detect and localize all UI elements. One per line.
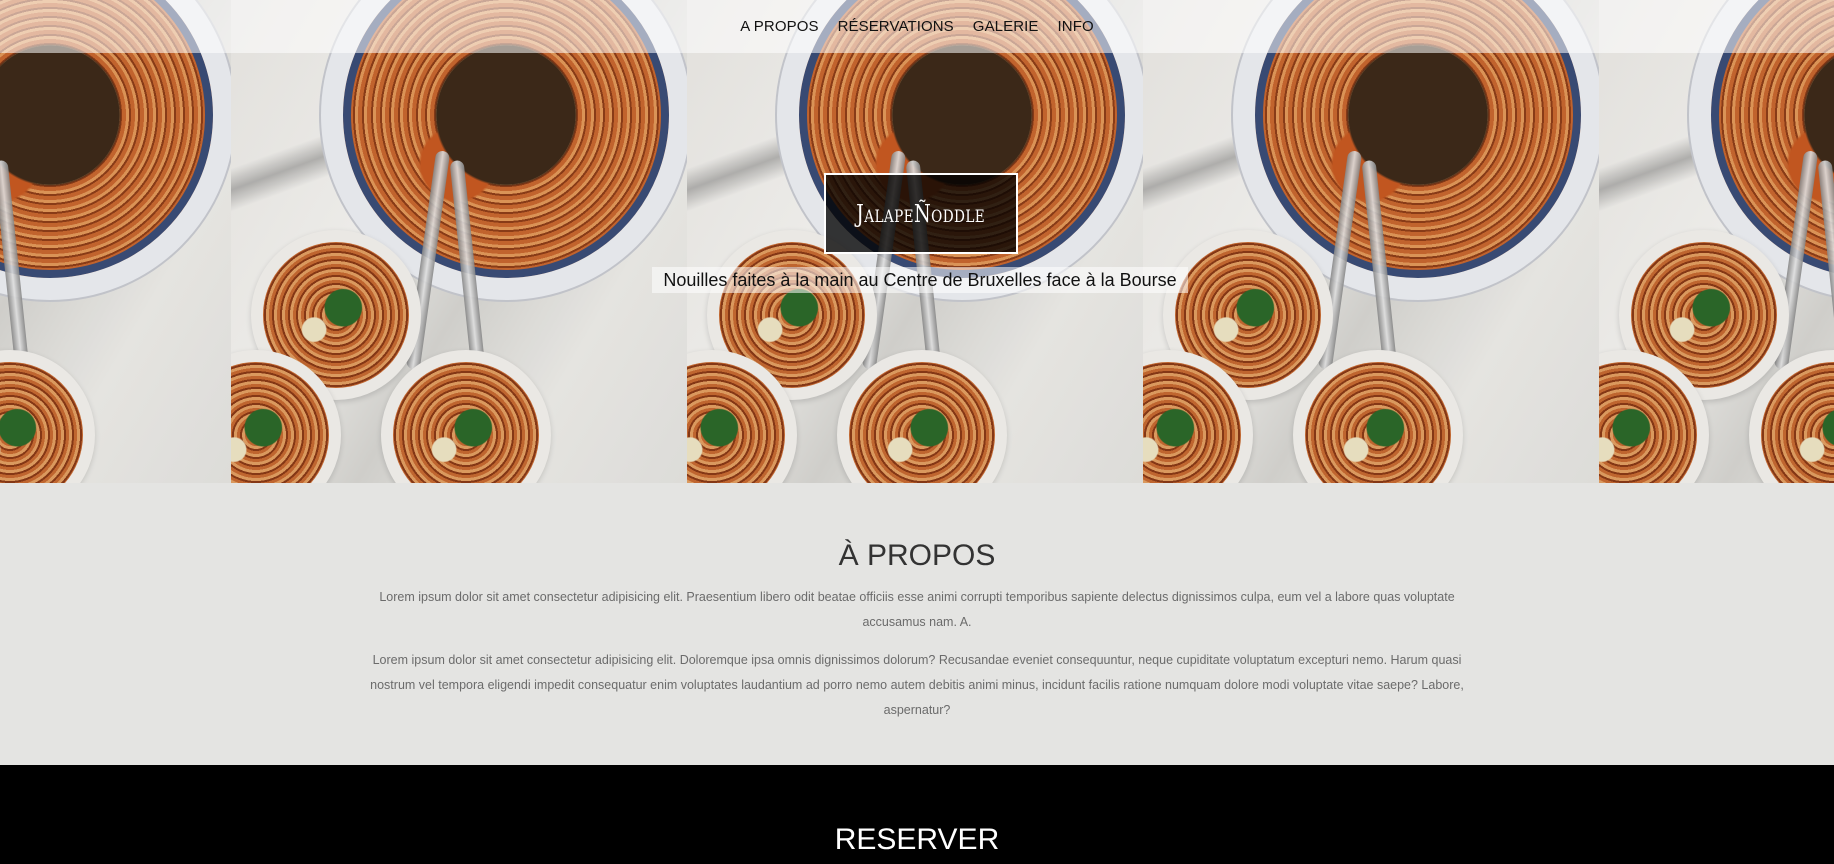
about-paragraph-1: Lorem ipsum dolor sit amet consectetur a… [379, 590, 1455, 629]
brand-name: JalapeÑoddle [856, 199, 986, 228]
hero-tagline: Nouilles faites à la main au Centre de B… [652, 267, 1188, 293]
about-section: À PROPOS Lorem ipsum dolor sit amet cons… [0, 483, 1834, 765]
brand-logo-box: JalapeÑoddle [824, 173, 1018, 254]
about-paragraph-2: Lorem ipsum dolor sit amet consectetur a… [370, 653, 1464, 717]
reserve-title: RESERVER [834, 823, 1000, 856]
about-title: À PROPOS [838, 539, 996, 572]
top-navigation: A PROPOS RÉSERVATIONS GALERIE INFO [0, 0, 1834, 53]
hero-section: A PROPOS RÉSERVATIONS GALERIE INFO Jalap… [0, 0, 1834, 483]
nav-link-info[interactable]: INFO [1058, 18, 1094, 35]
nav-link-galerie[interactable]: GALERIE [973, 18, 1039, 35]
nav-link-reservations[interactable]: RÉSERVATIONS [838, 18, 954, 35]
nav-link-a-propos[interactable]: A PROPOS [740, 18, 818, 35]
reserve-section: RESERVER [0, 765, 1834, 864]
